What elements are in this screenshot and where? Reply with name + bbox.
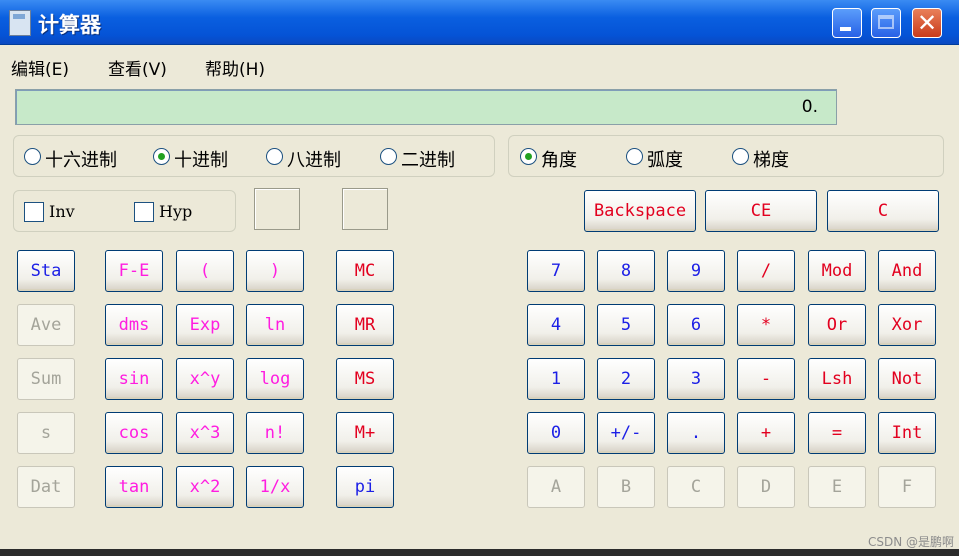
equals-button[interactable]: =	[808, 412, 866, 454]
subtract-button[interactable]: -	[737, 358, 795, 400]
result-display[interactable]: 0.	[15, 89, 837, 125]
close-paren-button[interactable]: )	[246, 250, 304, 292]
hex-b-button[interactable]: B	[597, 466, 655, 508]
xor-button[interactable]: Xor	[878, 304, 936, 346]
factorial-button[interactable]: n!	[246, 412, 304, 454]
taskbar-strip	[0, 549, 959, 556]
minimize-icon	[840, 27, 851, 31]
menu-view[interactable]: 查看(V)	[108, 55, 167, 80]
minimize-button[interactable]	[832, 8, 862, 38]
menu-help[interactable]: 帮助(H)	[205, 55, 265, 80]
hex-e-button[interactable]: E	[808, 466, 866, 508]
radio-circle-checked	[153, 148, 170, 165]
close-button[interactable]: ✕	[912, 8, 942, 38]
memory-indicator	[342, 188, 388, 230]
lsh-button[interactable]: Lsh	[808, 358, 866, 400]
fe-button[interactable]: F-E	[105, 250, 163, 292]
cube-button[interactable]: x^3	[176, 412, 234, 454]
close-icon: ✕	[916, 9, 938, 37]
or-button[interactable]: Or	[808, 304, 866, 346]
sign-toggle-button[interactable]: +/-	[597, 412, 655, 454]
decimal-point-button[interactable]: .	[667, 412, 725, 454]
window-title: 计算器	[38, 13, 101, 37]
digit-0-button[interactable]: 0	[527, 412, 585, 454]
digit-1-button[interactable]: 1	[527, 358, 585, 400]
mod-button[interactable]: Mod	[808, 250, 866, 292]
backspace-button[interactable]: Backspace	[584, 190, 696, 232]
calculator-icon	[9, 10, 31, 36]
memory-recall-button[interactable]: MR	[336, 304, 394, 346]
maximize-button[interactable]	[871, 8, 901, 38]
hex-d-button[interactable]: D	[737, 466, 795, 508]
hex-a-button[interactable]: A	[527, 466, 585, 508]
digit-6-button[interactable]: 6	[667, 304, 725, 346]
digit-4-button[interactable]: 4	[527, 304, 585, 346]
inv-hyp-group	[13, 190, 236, 232]
memory-clear-button[interactable]: MC	[336, 250, 394, 292]
power-button[interactable]: x^y	[176, 358, 234, 400]
cos-button[interactable]: cos	[105, 412, 163, 454]
not-button[interactable]: Not	[878, 358, 936, 400]
radio-circle	[24, 148, 41, 165]
clear-entry-button[interactable]: CE	[705, 190, 817, 232]
digit-5-button[interactable]: 5	[597, 304, 655, 346]
display-value: 0.	[801, 97, 818, 117]
sum-button[interactable]: Sum	[17, 358, 75, 400]
reciprocal-button[interactable]: 1/x	[246, 466, 304, 508]
sin-button[interactable]: sin	[105, 358, 163, 400]
int-button[interactable]: Int	[878, 412, 936, 454]
radio-circle	[732, 148, 749, 165]
digit-9-button[interactable]: 9	[667, 250, 725, 292]
watermark: CSDN @是鹏啊	[867, 535, 954, 549]
pi-button[interactable]: pi	[336, 466, 394, 508]
radio-circle-checked	[520, 148, 537, 165]
open-paren-button[interactable]: (	[176, 250, 234, 292]
hex-c-button[interactable]: C	[667, 466, 725, 508]
digit-2-button[interactable]: 2	[597, 358, 655, 400]
sta-button[interactable]: Sta	[17, 250, 75, 292]
menu-edit[interactable]: 编辑(E)	[11, 55, 69, 80]
ave-button[interactable]: Ave	[17, 304, 75, 346]
log-button[interactable]: log	[246, 358, 304, 400]
digit-8-button[interactable]: 8	[597, 250, 655, 292]
ln-button[interactable]: ln	[246, 304, 304, 346]
clear-button[interactable]: C	[827, 190, 939, 232]
maximize-icon	[878, 15, 894, 29]
dat-button[interactable]: Dat	[17, 466, 75, 508]
title-bar[interactable]: 计算器 ✕	[0, 0, 959, 45]
radio-circle	[266, 148, 283, 165]
hex-f-button[interactable]: F	[878, 466, 936, 508]
radio-circle	[380, 148, 397, 165]
square-button[interactable]: x^2	[176, 466, 234, 508]
tan-button[interactable]: tan	[105, 466, 163, 508]
memory-add-button[interactable]: M+	[336, 412, 394, 454]
digit-3-button[interactable]: 3	[667, 358, 725, 400]
s-button[interactable]: s	[17, 412, 75, 454]
checkbox-box	[24, 202, 44, 222]
add-button[interactable]: +	[737, 412, 795, 454]
divide-button[interactable]: /	[737, 250, 795, 292]
dms-button[interactable]: dms	[105, 304, 163, 346]
and-button[interactable]: And	[878, 250, 936, 292]
exp-button[interactable]: Exp	[176, 304, 234, 346]
digit-7-button[interactable]: 7	[527, 250, 585, 292]
menu-bar: 编辑(E) 查看(V) 帮助(H)	[0, 45, 959, 85]
memory-store-button[interactable]: MS	[336, 358, 394, 400]
parenthesis-indicator	[254, 188, 300, 230]
multiply-button[interactable]: *	[737, 304, 795, 346]
checkbox-box	[134, 202, 154, 222]
radio-circle	[626, 148, 643, 165]
